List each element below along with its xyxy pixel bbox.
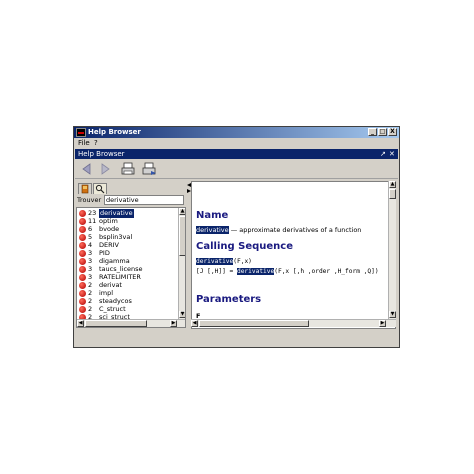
- help-browser-window: Help Browser _ □ X File ? Help Browser ↗…: [73, 126, 400, 348]
- results-vertical-scrollbar[interactable]: ▲ ▼: [178, 208, 185, 319]
- content-scroll-down-arrow[interactable]: ▼: [389, 311, 396, 318]
- inner-panel-title: Help Browser: [78, 150, 125, 158]
- content-scroll-up-arrow[interactable]: ▲: [389, 181, 396, 188]
- print-icon[interactable]: [120, 162, 136, 176]
- results-horizontal-scrollbar[interactable]: ◀ ▶: [77, 319, 185, 327]
- content-scroll-right-arrow[interactable]: ▶: [379, 320, 386, 327]
- back-arrow-icon[interactable]: [79, 162, 95, 176]
- search-row: Trouver :: [76, 195, 186, 205]
- scroll-right-arrow[interactable]: ▶: [170, 320, 177, 327]
- page-setup-icon[interactable]: [141, 162, 157, 176]
- scilab-app-icon: [76, 128, 86, 137]
- result-bullet-icon: [79, 258, 86, 265]
- tab-table-of-contents[interactable]: [78, 183, 92, 194]
- content-horizontal-scrollbar[interactable]: ◀ ▶: [191, 319, 396, 327]
- book-icon: [81, 184, 89, 194]
- close-panel-icon[interactable]: ✕: [389, 149, 395, 159]
- result-bullet-icon: [79, 226, 86, 233]
- toolbar: [75, 160, 398, 179]
- content-vertical-scrollbar[interactable]: ▲ ▼: [388, 181, 396, 319]
- result-bullet-icon: [79, 234, 86, 241]
- help-content-pane: Name derivative — approximate derivative…: [191, 181, 396, 329]
- name-heading: Name: [196, 210, 229, 221]
- forward-arrow-icon[interactable]: [97, 162, 113, 176]
- result-bullet-icon: [79, 210, 86, 217]
- search-input[interactable]: [104, 195, 184, 205]
- magnifier-icon: [95, 184, 105, 194]
- close-button[interactable]: X: [388, 128, 397, 136]
- results-list[interactable]: 23 derivative 11 optim 6 bvode 5 bsplin3val 4 DER…: [76, 207, 186, 328]
- scroll-up-arrow[interactable]: ▲: [179, 208, 185, 215]
- result-bullet-icon: [79, 282, 86, 289]
- call2-function: derivative: [236, 268, 275, 275]
- scroll-thumb[interactable]: [179, 216, 185, 256]
- menu-help[interactable]: ?: [94, 138, 98, 148]
- scroll-down-arrow[interactable]: ▼: [179, 311, 185, 318]
- minimize-button[interactable]: _: [368, 128, 377, 136]
- left-pane: Trouver : 23derivative11optim6bvode5bspl…: [76, 181, 186, 336]
- window-title: Help Browser: [88, 128, 141, 136]
- result-bullet-icon: [79, 290, 86, 297]
- name-term: derivative: [196, 226, 229, 234]
- calling-sequence-heading: Calling Sequence: [196, 241, 294, 252]
- window-titlebar[interactable]: Help Browser _ □ X: [74, 127, 399, 138]
- undock-icon[interactable]: ↗: [380, 149, 386, 159]
- content-scroll-left-arrow[interactable]: ◀: [191, 320, 198, 327]
- maximize-button[interactable]: □: [378, 128, 387, 136]
- content-hscroll-thumb[interactable]: [199, 320, 309, 327]
- result-bullet-icon: [79, 306, 86, 313]
- call2-args: (F,x [,h ,order ,H_form ,Q]): [274, 268, 379, 275]
- result-bullet-icon: [79, 266, 86, 273]
- call2-prefix: [J [,H]] =: [196, 268, 237, 275]
- result-bullet-icon: [79, 218, 86, 225]
- menubar: File ?: [74, 138, 399, 148]
- search-label: Trouver :: [77, 196, 106, 204]
- result-bullet-icon: [79, 274, 86, 281]
- result-bullet-icon: [79, 298, 86, 305]
- result-bullet-icon: [79, 242, 86, 249]
- calling-sequence-line-2: [J [,H]] = derivative(F,x [,h ,order ,H_…: [196, 268, 379, 275]
- content-scroll-thumb[interactable]: [389, 189, 396, 199]
- menu-file[interactable]: File: [78, 138, 90, 148]
- tab-search[interactable]: [93, 183, 107, 194]
- call1-args: (F,x): [233, 258, 252, 265]
- result-bullet-icon: [79, 250, 86, 257]
- name-description: — approximate derivatives of a function: [228, 226, 362, 234]
- inner-panel-titlebar[interactable]: Help Browser ↗ ✕: [75, 149, 398, 159]
- calling-sequence-line-1: derivative(F,x): [196, 258, 252, 265]
- hscroll-thumb[interactable]: [85, 320, 147, 327]
- scroll-left-arrow[interactable]: ◀: [77, 320, 84, 327]
- parameters-heading: Parameters: [196, 294, 262, 305]
- name-line: derivative — approximate derivatives of …: [196, 226, 361, 234]
- call1-function: derivative: [196, 258, 234, 265]
